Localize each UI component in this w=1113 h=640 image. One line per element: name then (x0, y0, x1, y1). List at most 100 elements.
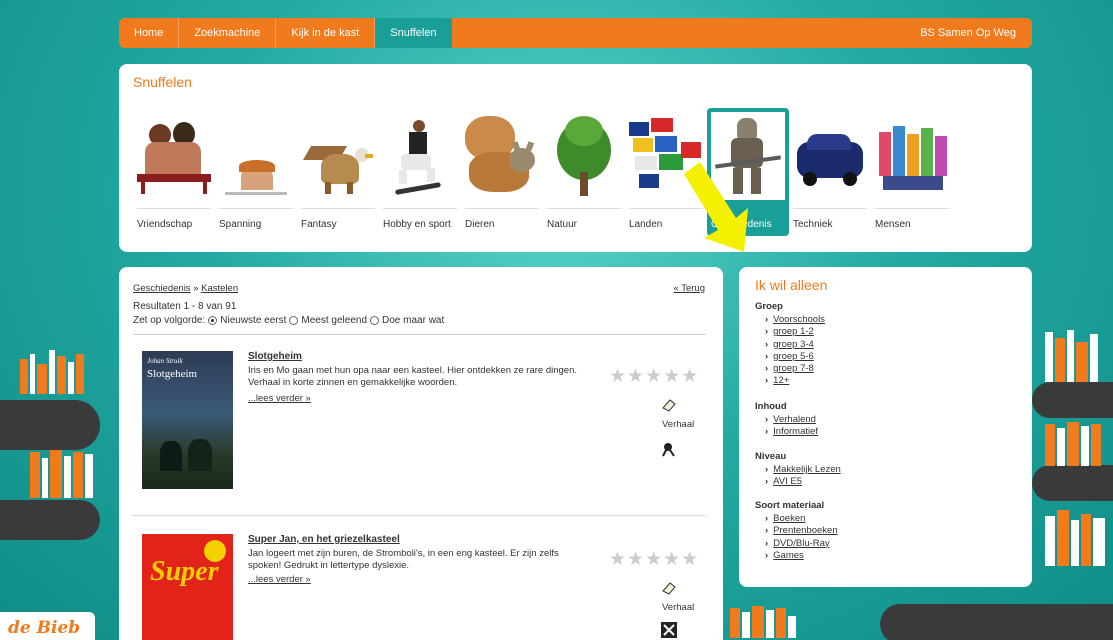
category-spanning[interactable]: Spanning (215, 108, 297, 234)
filter-group-niveau: Niveau Makkelijk Lezen AVI E5 (755, 451, 841, 489)
nav-home[interactable]: Home (119, 18, 180, 48)
result-count: Resultaten 1 - 8 van 91 (133, 301, 237, 312)
cover-author: Johan Struik (147, 357, 183, 365)
result-item: Super Super Jan, en het griezelkasteel J… (133, 534, 706, 640)
category-label: Fantasy (301, 219, 337, 230)
category-strip: Vriendschap Spanning Fantasy Hobby en sp… (133, 108, 953, 236)
nav-zoekmachine[interactable]: Zoekmachine (179, 18, 277, 48)
nav-snuffelen[interactable]: Snuffelen (375, 18, 452, 48)
sort-label: Zet op volgorde: (133, 315, 206, 326)
category-hobby-en-sport[interactable]: Hobby en sport (379, 108, 461, 234)
filter-item: Prentenboeken (765, 525, 837, 537)
filter-link[interactable]: groep 7-8 (773, 363, 814, 374)
result-item: Johan Struik Slotgeheim Slotgeheim Iris … (133, 351, 706, 491)
filter-link[interactable]: AVI E5 (773, 476, 802, 487)
star-rating[interactable]: ★★★★★ (609, 365, 699, 388)
breadcrumb-link[interactable]: Geschiedenis (133, 283, 191, 294)
sort-option-label: Meest geleend (301, 315, 368, 326)
background-shelf (1032, 382, 1113, 418)
category-image (793, 112, 867, 200)
read-more-link[interactable]: ...lees verder » (248, 574, 311, 585)
filter-item: Boeken (765, 513, 838, 525)
filter-title: Ik wil alleen (755, 277, 828, 293)
background-shelf (880, 604, 1113, 640)
breadcrumb-separator: » (193, 283, 199, 294)
background-books (20, 350, 84, 394)
filter-link[interactable]: Makkelijk Lezen (773, 464, 841, 475)
filter-item: AVI E5 (765, 476, 841, 488)
filter-link[interactable]: Games (773, 550, 804, 561)
filter-item: DVD/Blu-Ray (765, 538, 838, 550)
category-fantasy[interactable]: Fantasy (297, 108, 379, 234)
category-label: Vriendschap (137, 219, 193, 230)
sort-option-label: Doe maar wat (382, 315, 445, 326)
category-separator (219, 208, 293, 209)
category-mensen[interactable]: Mensen (871, 108, 953, 234)
dyslexia-icon (661, 622, 677, 638)
cover-title: Super (150, 556, 219, 587)
category-separator (383, 208, 457, 209)
category-separator (793, 208, 867, 209)
sort-radio[interactable] (208, 316, 218, 325)
category-image (301, 112, 375, 200)
category-vriendschap[interactable]: Vriendschap (133, 108, 215, 234)
filter-link[interactable]: Voorschools (773, 314, 825, 325)
sort-radio[interactable] (370, 316, 380, 325)
cover-title: Slotgeheim (147, 368, 198, 380)
filter-link[interactable]: 12+ (773, 375, 789, 386)
filter-link[interactable]: groep 1-2 (773, 326, 814, 337)
filter-link[interactable]: Verhalend (773, 414, 816, 425)
read-more-link[interactable]: ...lees verder » (248, 393, 311, 404)
filter-link[interactable]: groep 5-6 (773, 351, 814, 362)
filter-link[interactable]: Prentenboeken (773, 525, 837, 536)
category-image (137, 112, 211, 200)
yellow-arrow-annotation (684, 162, 748, 252)
book-title[interactable]: Super Jan, en het griezelkasteel (248, 534, 400, 545)
background-shelf (1032, 465, 1113, 501)
filter-link[interactable]: groep 3-4 (773, 339, 814, 350)
category-techniek[interactable]: Techniek (789, 108, 871, 234)
nav-kijk-in-de-kast[interactable]: Kijk in de kast (276, 18, 376, 48)
sort-radio[interactable] (289, 316, 299, 325)
book-cover[interactable]: Johan Struik Slotgeheim (142, 351, 233, 489)
category-dieren[interactable]: Dieren (461, 108, 543, 234)
filter-item: groep 5-6 (765, 351, 825, 363)
book-cover[interactable]: Super (142, 534, 233, 640)
filter-item: 12+ (765, 375, 825, 387)
filter-group-groep: Groep Voorschools groep 1-2 groep 3-4 gr… (755, 301, 825, 388)
filter-group-title: Groep (755, 301, 783, 312)
category-separator (137, 208, 211, 209)
book-type-label: Verhaal (662, 602, 695, 613)
background-books (1045, 510, 1105, 566)
filter-item: groep 7-8 (765, 363, 825, 375)
avi-level-icon (662, 443, 675, 457)
snuffelen-panel: Snuffelen Vriendschap Spanning Fantasy H… (119, 64, 1032, 252)
filter-link[interactable]: Informatief (773, 426, 818, 437)
school-name[interactable]: BS Samen Op Weg (920, 27, 1032, 39)
filter-item: Games (765, 550, 838, 562)
background-books (1045, 422, 1101, 466)
background-shelf (0, 500, 100, 540)
filter-item: Voorschools (765, 314, 825, 326)
back-link[interactable]: « Terug (673, 283, 705, 294)
background-shelf (0, 400, 100, 450)
results-panel: Geschiedenis » Kastelen « Terug Resultat… (119, 267, 723, 640)
category-natuur[interactable]: Natuur (543, 108, 625, 234)
background-books (30, 450, 93, 498)
book-type-label: Verhaal (662, 419, 695, 430)
filter-item: groep 1-2 (765, 326, 825, 338)
category-image (875, 112, 949, 200)
star-rating[interactable]: ★★★★★ (609, 548, 699, 571)
book-title[interactable]: Slotgeheim (248, 351, 302, 362)
category-separator (875, 208, 949, 209)
breadcrumb-link[interactable]: Kastelen (201, 283, 238, 294)
filter-link[interactable]: DVD/Blu-Ray (773, 538, 830, 549)
library-logo[interactable]: de Bieb (0, 612, 95, 640)
cover-figure (188, 439, 212, 471)
category-separator (547, 208, 621, 209)
book-description: Iris en Mo gaan met hun opa naar een kas… (248, 365, 578, 388)
background-books (730, 606, 796, 638)
filter-group-title: Niveau (755, 451, 787, 462)
category-image (219, 112, 293, 200)
filter-link[interactable]: Boeken (773, 513, 805, 524)
